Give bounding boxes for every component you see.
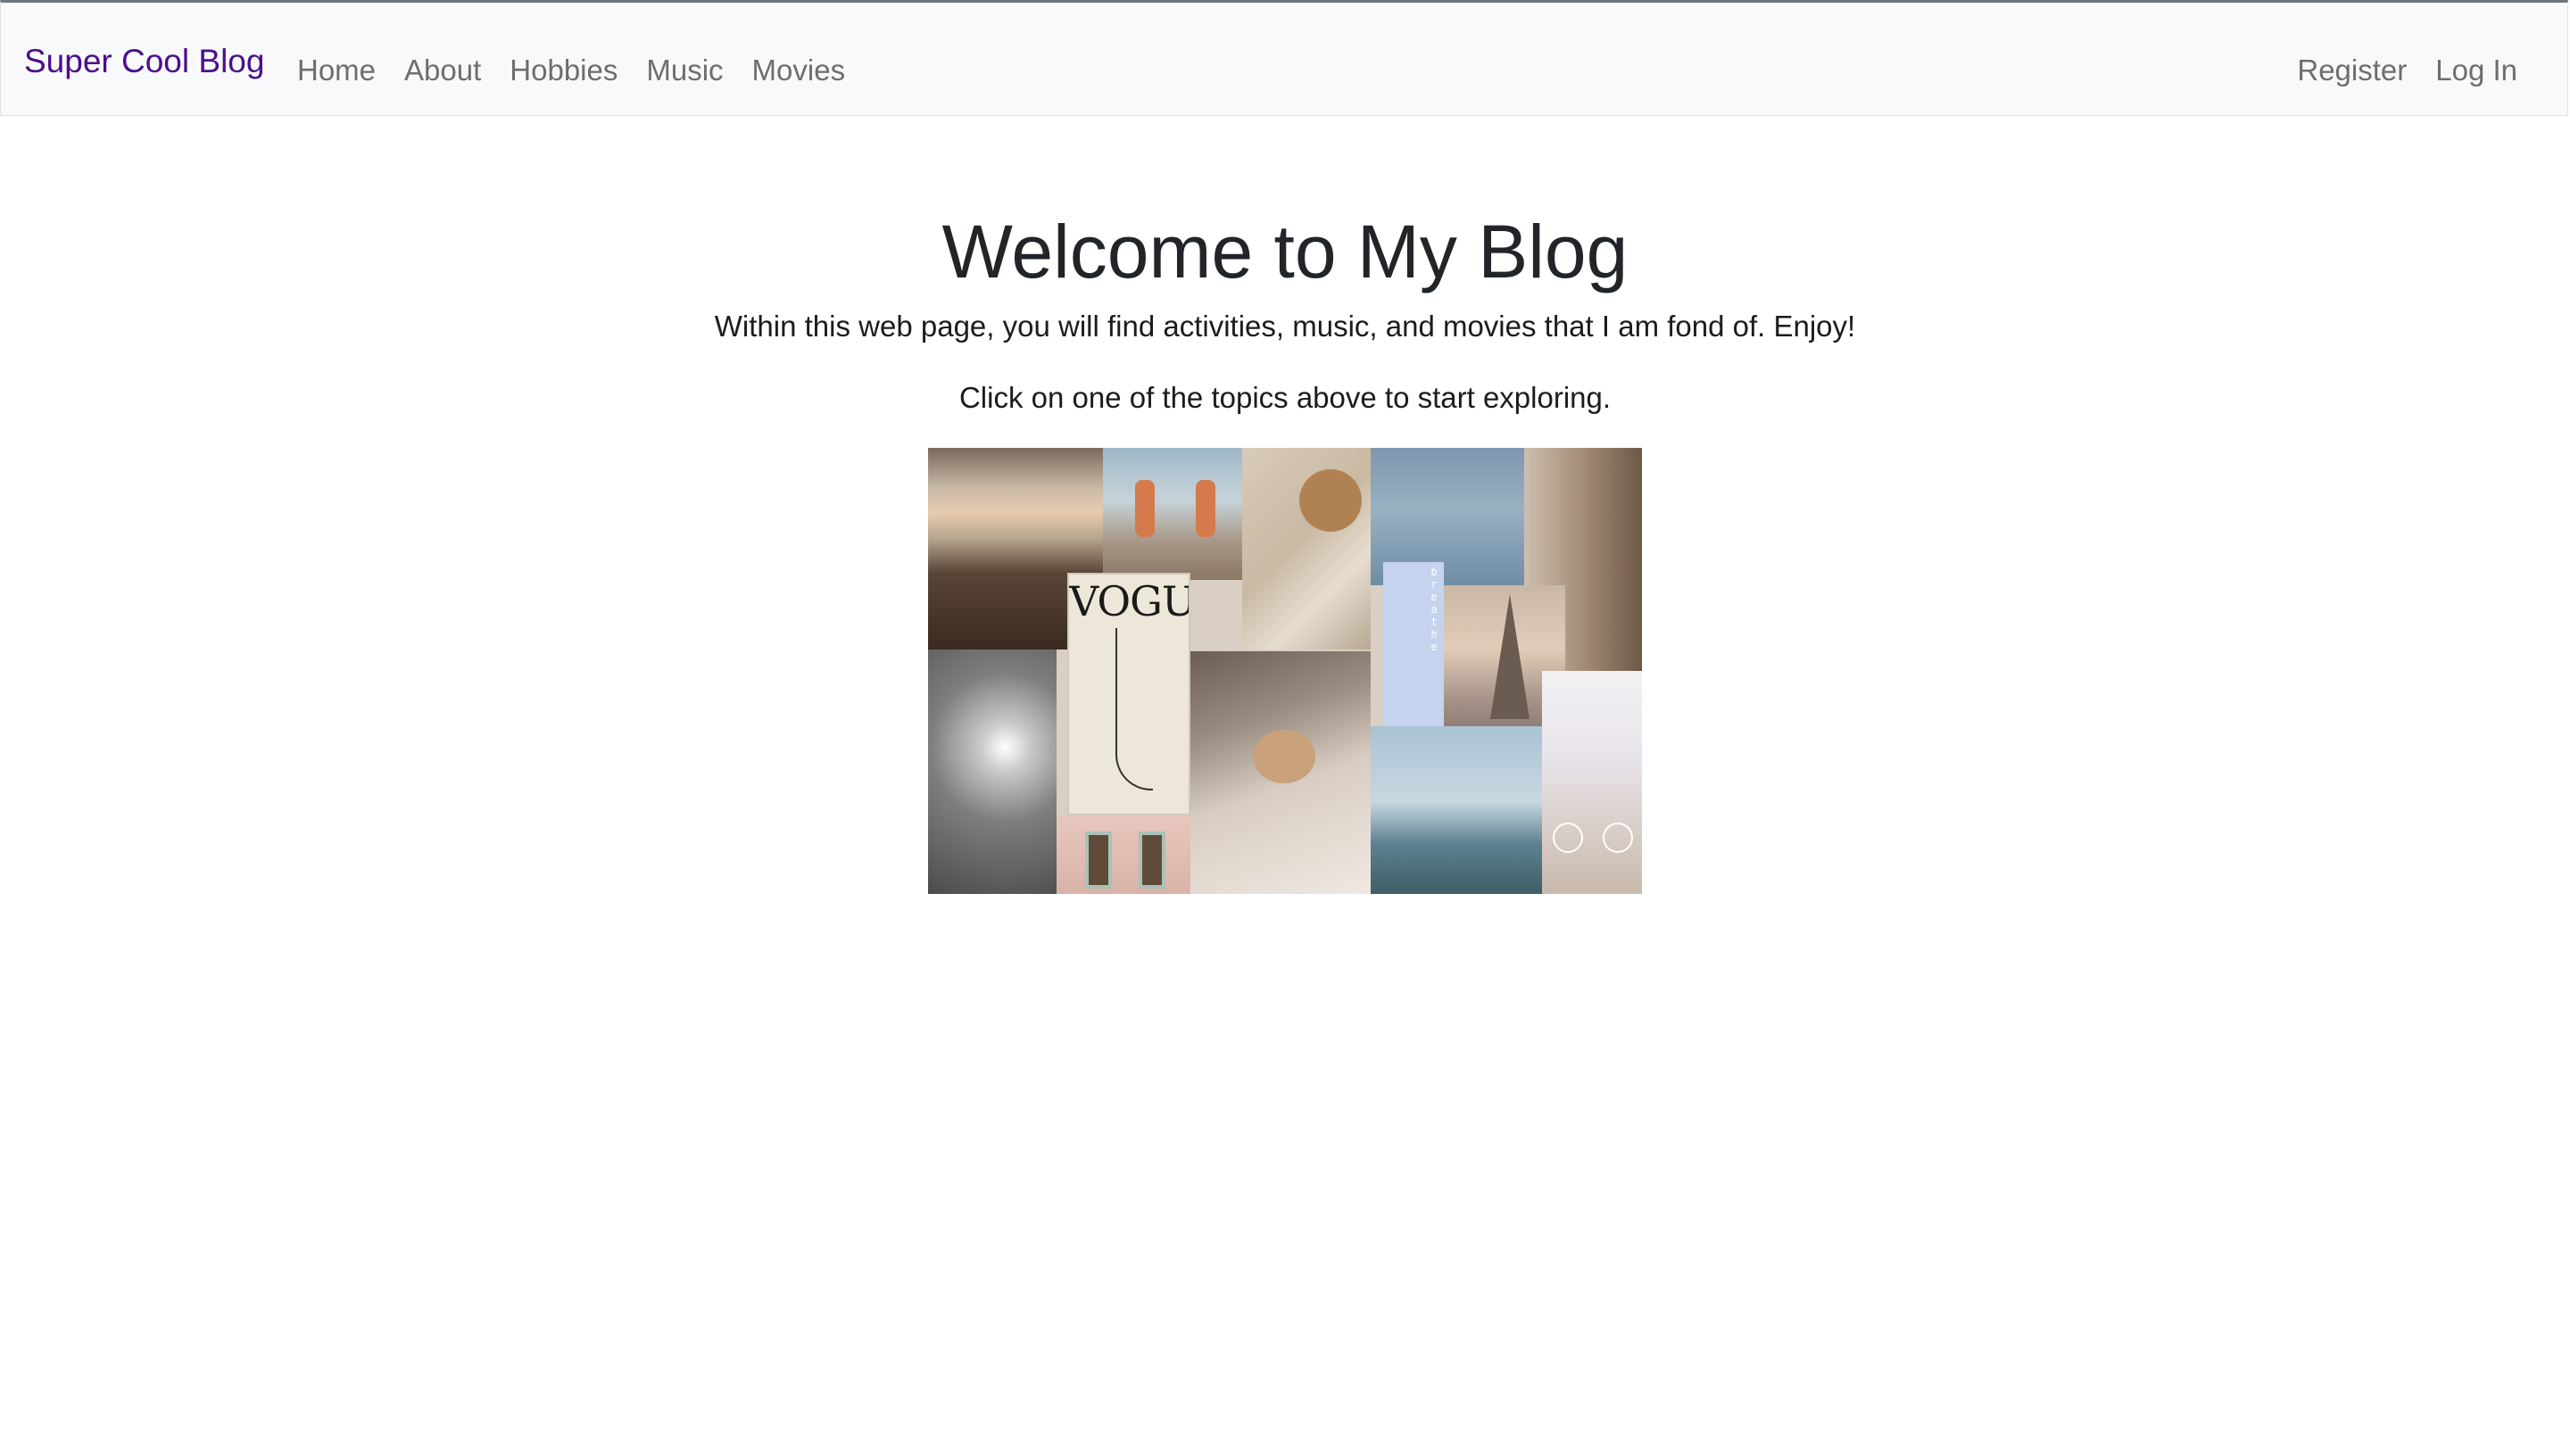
page-title: Welcome to My Blog bbox=[941, 210, 1629, 294]
main-nav: Home About Hobbies Music Movies bbox=[283, 51, 859, 90]
auth-nav: Register Log In bbox=[2283, 51, 2532, 90]
figure-orange-2-shape bbox=[1196, 480, 1215, 537]
nav-home-link[interactable]: Home bbox=[283, 51, 390, 90]
seaside-bicycle-photo bbox=[1542, 671, 1642, 894]
explore-hint: Click on one of the topics above to star… bbox=[958, 381, 1612, 414]
face-line-art-shape bbox=[1115, 628, 1153, 790]
register-link[interactable]: Register bbox=[2283, 51, 2421, 90]
pink-building-photo bbox=[1057, 815, 1190, 894]
nav-hobbies-link[interactable]: Hobbies bbox=[495, 51, 632, 90]
sparkling-water-photo bbox=[928, 649, 1057, 894]
nav-about-link[interactable]: About bbox=[390, 51, 495, 90]
top-navbar: Super Cool Blog Home About Hobbies Music… bbox=[0, 0, 2568, 116]
breathe-vertical-text: breathe bbox=[1428, 566, 1440, 653]
vogue-cover-photo: VOGUE bbox=[1067, 573, 1190, 815]
woven-bag-shape bbox=[1299, 469, 1362, 532]
bicycle-wheel-shape bbox=[1553, 823, 1583, 853]
breathe-tag-photo: breathe bbox=[1383, 562, 1444, 726]
login-link[interactable]: Log In bbox=[2421, 51, 2532, 90]
bicycle-wheel-shape-2 bbox=[1603, 823, 1633, 853]
mood-board-collage-image: VOGUE breathe bbox=[928, 448, 1642, 894]
figure-orange-1-shape bbox=[1135, 480, 1155, 537]
nav-music-link[interactable]: Music bbox=[632, 51, 737, 90]
window-shape-1 bbox=[1085, 831, 1112, 889]
sunhat-shape bbox=[1253, 730, 1315, 783]
eiffel-tower-shape bbox=[1490, 594, 1530, 719]
brand-link[interactable]: Super Cool Blog bbox=[24, 42, 264, 81]
nav-movies-link[interactable]: Movies bbox=[738, 51, 860, 90]
window-shape-2 bbox=[1139, 831, 1165, 889]
page-subtitle: Within this web page, you will find acti… bbox=[714, 310, 1856, 343]
vogue-cover-text: VOGUE bbox=[1069, 577, 1189, 625]
jumping-dock-photo bbox=[1371, 726, 1542, 894]
friends-dancing-photo bbox=[1103, 448, 1242, 580]
